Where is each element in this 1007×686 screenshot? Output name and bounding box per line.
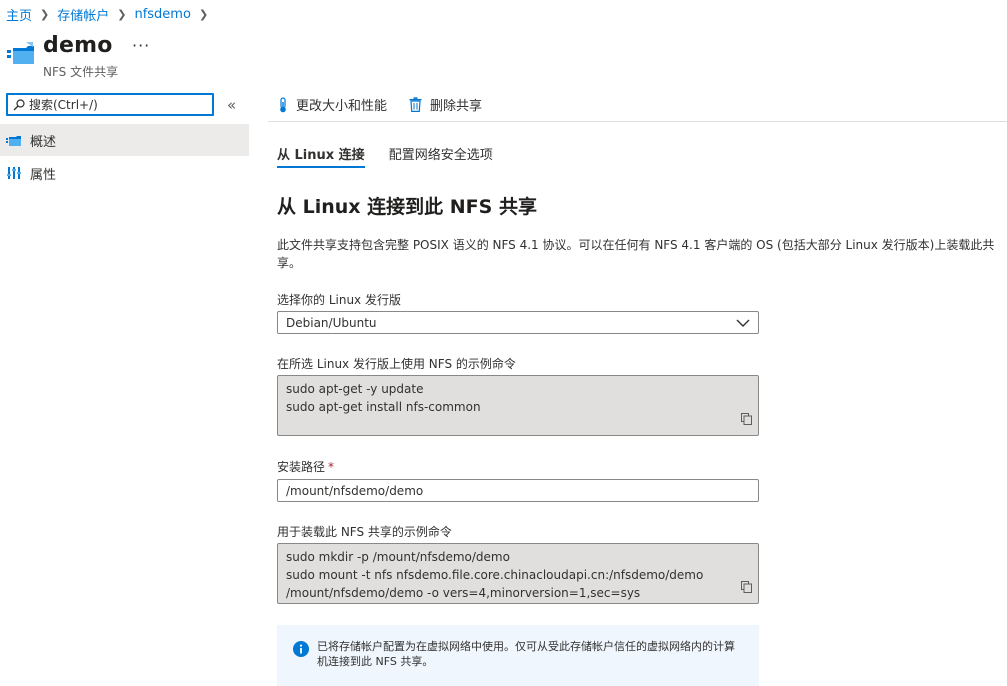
sample-command-label: 在所选 Linux 发行版上使用 NFS 的示例命令 <box>277 357 516 371</box>
code-line: sudo apt-get install nfs-common <box>286 400 481 414</box>
code-line: /mount/nfsdemo/demo -o vers=4,minorversi… <box>286 586 641 600</box>
code-line: sudo mkdir -p /mount/nfsdemo/demo <box>286 550 510 564</box>
chevron-right-icon: ❯ <box>198 7 209 21</box>
page-subtitle: NFS 文件共享 <box>43 65 119 79</box>
sidebar-item-label: 属性 <box>30 167 57 183</box>
section-title: 从 Linux 连接到此 NFS 共享 <box>277 196 537 218</box>
file-share-icon <box>6 132 22 148</box>
breadcrumb-home[interactable]: 主页 <box>6 5 32 24</box>
distro-selected-value: Debian/Ubuntu <box>286 315 377 330</box>
distro-label: 选择你的 Linux 发行版 <box>277 293 401 307</box>
sidebar-item-properties[interactable]: 属性 <box>0 157 249 189</box>
section-description: 此文件共享支持包含完整 POSIX 语义的 NFS 4.1 协议。可以在任何有 … <box>277 238 995 270</box>
delete-share-label: 删除共享 <box>430 99 483 114</box>
code-line: sudo mount -t nfs nfsdemo.file.core.chin… <box>286 568 704 582</box>
search-icon <box>13 98 25 110</box>
copy-icon[interactable] <box>741 580 752 598</box>
breadcrumb-nfsdemo[interactable]: nfsdemo <box>134 7 190 22</box>
chevron-right-icon: ❯ <box>40 7 50 21</box>
mount-path-label: 安装路径 * <box>277 458 334 475</box>
resize-performance-button[interactable]: 更改大小和性能 <box>278 95 387 114</box>
sample-command-block: sudo apt-get -y update sudo apt-get inst… <box>277 375 759 436</box>
copy-icon[interactable] <box>741 412 752 430</box>
breadcrumb: 主页 ❯ 存储帐户 ❯ nfsdemo ❯ <box>6 5 216 24</box>
breadcrumb-storage-accounts[interactable]: 存储帐户 <box>57 5 109 24</box>
command-bar: 更改大小和性能 删除共享 <box>268 88 1007 122</box>
mount-path-label-text: 安装路径 <box>277 460 326 474</box>
info-message-bar: 已将存储帐户配置为在虚拟网络中使用。仅可从受此存储帐户信任的虚拟网络内的计算机连… <box>277 625 759 686</box>
more-options-button[interactable]: ··· <box>132 36 150 55</box>
thermometer-icon <box>280 96 286 112</box>
distro-dropdown[interactable]: Debian/Ubuntu <box>277 311 759 334</box>
tab-strip: 从 Linux 连接 配置网络安全选项 <box>277 138 517 170</box>
tab-network-security[interactable]: 配置网络安全选项 <box>389 138 493 168</box>
collapse-sidebar-button[interactable]: « <box>227 96 236 114</box>
sidebar-item-label: 概述 <box>30 134 57 150</box>
trash-icon <box>409 97 422 112</box>
tab-connect-linux[interactable]: 从 Linux 连接 <box>277 138 365 168</box>
info-icon <box>293 641 309 657</box>
code-line: sudo apt-get -y update <box>286 382 424 396</box>
properties-icon <box>6 165 22 181</box>
delete-share-button[interactable]: 删除共享 <box>409 95 482 114</box>
sidebar-item-overview[interactable]: 概述 <box>0 124 249 156</box>
mount-command-block: sudo mkdir -p /mount/nfsdemo/demo sudo m… <box>277 543 759 604</box>
page-header: demo ··· NFS 文件共享 <box>6 32 306 79</box>
chevron-down-icon <box>736 319 750 327</box>
info-message-text: 已将存储帐户配置为在虚拟网络中使用。仅可从受此存储帐户信任的虚拟网络内的计算机连… <box>317 640 735 668</box>
mount-path-input[interactable] <box>277 479 759 502</box>
page-title: demo <box>43 33 113 58</box>
search-box[interactable] <box>6 93 214 116</box>
required-marker: * <box>328 460 335 474</box>
file-share-icon <box>7 42 34 64</box>
chevron-right-icon: ❯ <box>117 7 127 21</box>
resize-performance-label: 更改大小和性能 <box>296 99 388 114</box>
search-input[interactable] <box>29 97 209 112</box>
mount-command-label: 用于装载此 NFS 共享的示例命令 <box>277 525 452 539</box>
